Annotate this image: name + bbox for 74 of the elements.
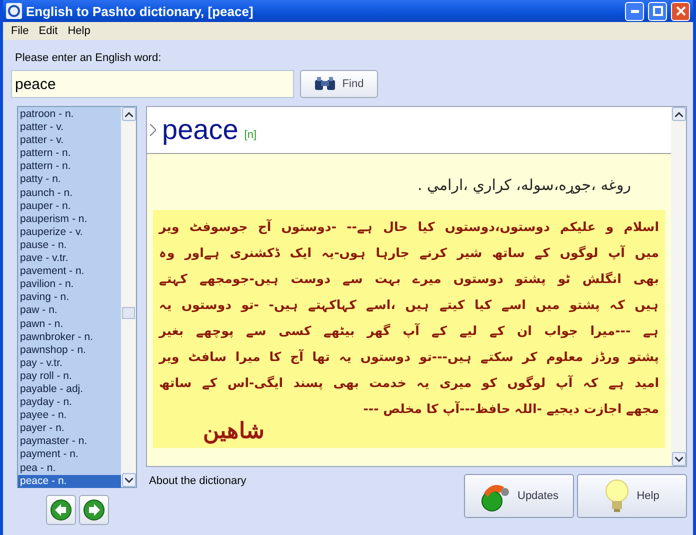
word-list-item[interactable]: paymaster - n. bbox=[18, 435, 121, 448]
word-list-item[interactable]: patter - v. bbox=[18, 121, 121, 134]
word-list-item[interactable]: pattern - n. bbox=[18, 160, 121, 174]
word-list-item[interactable]: paw - n. bbox=[18, 304, 121, 318]
note-line: مجھے اجازت دیجیے -اللہ حافظ---آپ کا مخلص --- bbox=[362, 400, 659, 418]
word-list-item[interactable]: paunch - n. bbox=[18, 186, 121, 200]
help-button[interactable]: Help bbox=[577, 474, 687, 518]
part-of-speech: [n] bbox=[244, 129, 257, 141]
word-list-item[interactable]: pauper - n. bbox=[18, 200, 121, 213]
menu-item[interactable]: Edit bbox=[38, 25, 58, 37]
note-line: ہیں کہ پشتو میں اسے کیا کیتے ہیں ،اسے کہاکہتے ہیں- -تو دوستوں یہ bbox=[159, 296, 659, 314]
forward-button[interactable] bbox=[78, 495, 108, 525]
word-list-item[interactable]: patroon - n. bbox=[18, 108, 121, 122]
word-list-item[interactable]: pavement - n. bbox=[18, 265, 121, 278]
word-list-item[interactable]: patter - v. bbox=[18, 134, 121, 148]
word-list-item[interactable]: payment - n. bbox=[18, 448, 121, 462]
updates-button[interactable]: Updates bbox=[464, 474, 574, 518]
binoculars-icon bbox=[314, 77, 336, 91]
word-list-item[interactable]: pause - n. bbox=[18, 238, 121, 252]
note-line: ہے ---میرا جواب ان کے لیے کے آپ گھر بیٹھے کسی سے پوچھے بغیر bbox=[159, 322, 659, 340]
word-list-item[interactable]: peace - n. bbox=[18, 474, 121, 488]
word-list-item[interactable]: paving - n. bbox=[18, 291, 121, 304]
word-list-item[interactable]: payee - n. bbox=[18, 409, 121, 422]
note-line: پشتو ورڈز معلوم کر سکتے ہیں---تو دوستوں یہ تھا آج کا میرا سافٹ ویر bbox=[159, 348, 659, 366]
close-icon bbox=[676, 6, 686, 16]
note-line: امید ہے کہ آپ لوگوں کو میری یہ خدمت بھی پسند ایگی-اس کے ساتھ bbox=[159, 374, 659, 392]
scrollbar[interactable] bbox=[671, 107, 686, 466]
scroll-up-icon bbox=[674, 112, 682, 116]
maximize-icon bbox=[652, 6, 662, 16]
note-line: اسلام و علیکم دوستوں،دوستوں کیا حال ہے-- -دوستوں آج جوسوفٹ ویر bbox=[159, 218, 659, 236]
find-button[interactable]: Find bbox=[300, 70, 378, 98]
search-label: Please enter an English word: bbox=[15, 52, 162, 64]
word-list-item[interactable]: payer - n. bbox=[18, 422, 121, 436]
word-list-item[interactable]: pauperize - v. bbox=[18, 226, 121, 239]
signature: شاهين bbox=[202, 418, 264, 444]
lightbulb-icon bbox=[604, 479, 629, 513]
maximize-button[interactable] bbox=[648, 2, 667, 20]
about-link[interactable]: About the dictionary bbox=[149, 475, 246, 487]
word-list-item[interactable]: pave - v.tr. bbox=[18, 252, 121, 266]
minimize-icon bbox=[630, 10, 638, 12]
window-title: English to Pashto dictionary, [peace] bbox=[26, 4, 254, 18]
word-list-item[interactable]: pavilion - n. bbox=[18, 278, 121, 292]
word-list-item[interactable]: pay roll - n. bbox=[18, 370, 121, 383]
note-line: بھی انگلش ٹو پشتو دوستوں میرے بہت سے دوست ہیں-جومجھے کہتے bbox=[159, 270, 659, 288]
search-field[interactable]: peace bbox=[11, 70, 294, 98]
minimize-button[interactable] bbox=[625, 2, 644, 20]
word-list-item[interactable]: pawnshop - n. bbox=[18, 344, 121, 357]
menu-item[interactable]: File bbox=[11, 25, 29, 37]
back-button[interactable] bbox=[46, 495, 76, 525]
scroll-up-icon bbox=[124, 112, 132, 116]
word-list-item[interactable]: pawn - n. bbox=[18, 318, 121, 331]
scroll-down-button[interactable] bbox=[672, 452, 686, 466]
scroll-down-icon bbox=[674, 456, 682, 462]
scroll-thumb[interactable] bbox=[122, 307, 135, 319]
note-line: میں آپ لوگوں کے ساتھ شیر کرنے جارہا ہوں-یہ ایک ڈکشنری ہےاور وہ bbox=[159, 244, 659, 262]
menu-item[interactable]: Help bbox=[68, 25, 90, 37]
word-list-item[interactable]: pauperism - n. bbox=[18, 212, 121, 226]
chevron-icon bbox=[150, 124, 156, 136]
close-button[interactable] bbox=[671, 2, 690, 20]
word-list-item[interactable]: payable - adj. bbox=[18, 382, 121, 396]
word-list-item[interactable]: patty - n. bbox=[18, 173, 121, 187]
translation: روغه ،جوړه،سوله، کراري ،ارامي . bbox=[416, 175, 632, 196]
app-icon bbox=[6, 3, 22, 19]
scroll-up-button[interactable] bbox=[672, 107, 686, 121]
scroll-down-button[interactable] bbox=[122, 473, 136, 487]
word-list-item[interactable]: payday - n. bbox=[18, 396, 121, 410]
word-list-item[interactable]: pawnbroker - n. bbox=[18, 330, 121, 344]
word-list-item[interactable]: pay - v.tr. bbox=[18, 356, 121, 370]
scroll-up-button[interactable] bbox=[122, 107, 136, 121]
scrollbar[interactable] bbox=[121, 107, 136, 487]
headword: peace bbox=[162, 114, 238, 146]
word-list-item[interactable]: pea - n. bbox=[18, 462, 121, 475]
word-list-item[interactable]: pattern - n. bbox=[18, 147, 121, 160]
scroll-down-icon bbox=[124, 478, 132, 482]
